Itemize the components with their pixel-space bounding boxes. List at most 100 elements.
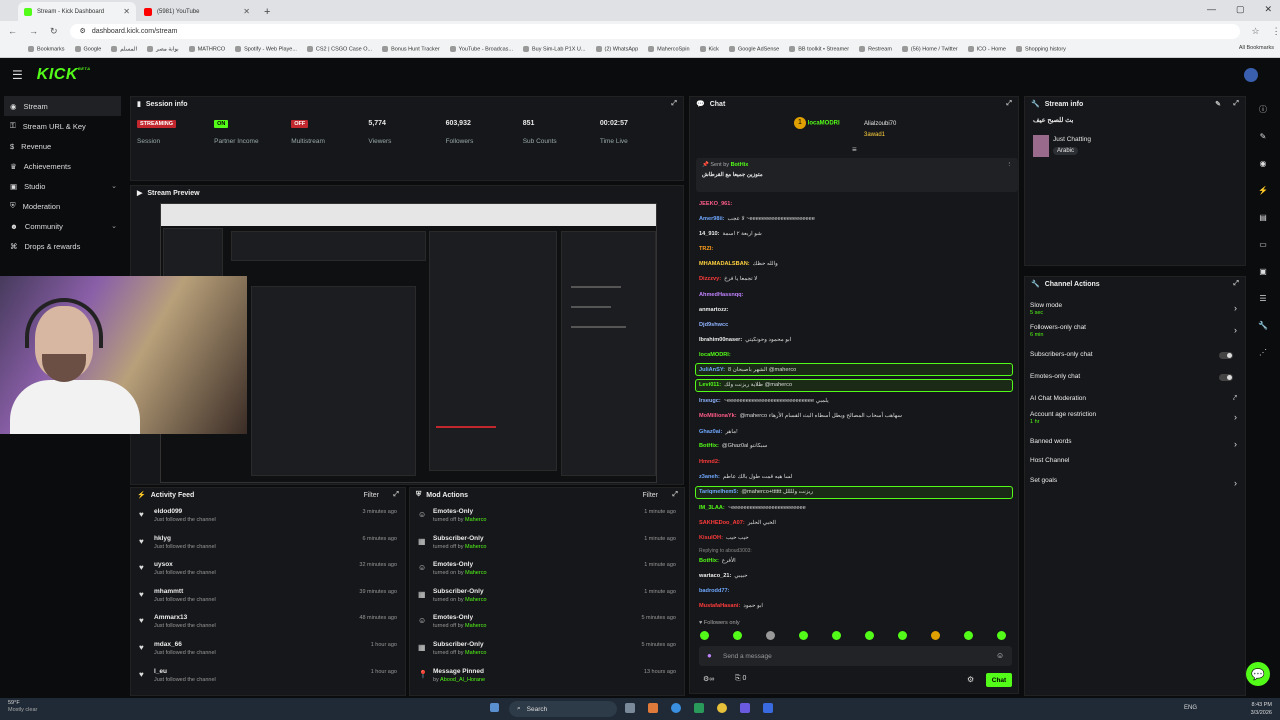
toggle-switch[interactable] [1219,374,1233,381]
info-icon[interactable]: ⓘ [1252,96,1274,123]
tab-youtube[interactable]: (5981) YouTube ✕ [138,2,256,21]
all-bookmarks[interactable]: All Bookmarks [1239,45,1274,51]
taskview-icon[interactable] [625,703,635,713]
emote-icon[interactable] [865,631,874,640]
clipboard-icon[interactable]: ▣ [1252,258,1274,285]
mod-action-item[interactable]: 📍 Message Pinned by Abood_Al_Horane 13 hour… [418,665,676,692]
kick-logo[interactable]: KICKBETA [37,66,91,84]
activity-user[interactable]: mhammtt [154,588,216,595]
activity-user[interactable]: Ammarx13 [154,614,216,621]
chat-username[interactable]: Hmnd2: [699,459,720,465]
bookmark-item[interactable]: ICO - Home [968,46,1006,52]
chat-username[interactable]: Irseugc: [699,398,721,404]
points-icon[interactable]: ⚙∞ [703,675,714,683]
bookmark-item[interactable]: Bonus Hunt Tracker [382,46,440,52]
chat-username[interactable]: 14_910: [699,231,720,237]
mod-action-by[interactable]: Abood_Al_Horane [440,677,485,683]
mod-action-by[interactable]: Maherco [465,570,486,576]
bookmark-item[interactable]: MATHRCO [189,46,225,52]
mod-action-by[interactable]: Maherco [465,623,486,629]
emoji-icon[interactable]: ☺ [996,651,1004,660]
sidebar-item-moderation[interactable]: ⛨ Moderation [0,196,125,216]
expand-icon[interactable]: ⤢ [1006,100,1012,108]
chat-username[interactable]: Amer98ii: [699,216,725,222]
channel-action-account-age-restriction[interactable]: Account age restriction 1 hr [1030,411,1096,425]
channel-action-host-channel[interactable]: Host Channel [1030,457,1069,464]
emote-icon[interactable] [931,631,940,640]
menu-icon[interactable]: ⋮ [1272,26,1280,37]
site-info-icon[interactable]: ⚙ [80,27,86,35]
maximize-icon[interactable]: ▢ [1236,4,1245,15]
sidebar-item-stream-url-key[interactable]: ⚿ Stream URL & Key [0,116,125,136]
pinned-user[interactable]: BotHix [731,162,749,168]
chat-send-button[interactable]: Chat [986,673,1012,687]
close-window-icon[interactable]: ✕ [1264,4,1272,15]
bookmark-item[interactable]: Bookmarks [28,46,65,52]
app-icon[interactable] [648,703,658,713]
emote-icon[interactable] [898,631,907,640]
language-indicator[interactable]: ENG [1184,705,1197,711]
activity-item[interactable]: ♥ mhammtt Just followed the channel 39 minu… [139,585,397,612]
bookmark-item[interactable]: Kick [700,46,719,52]
bookmark-item[interactable]: Spotify - Web Playe... [235,46,297,52]
bookmark-item[interactable]: MahercoSpin [648,46,689,52]
chat-username[interactable]: MHAMADALSBAN: [699,261,750,267]
sidebar-item-stream[interactable]: ◉ Stream [4,96,121,116]
mod-action-by[interactable]: Maherco [465,597,486,603]
sidebar-item-drops-rewards[interactable]: ⌘ Drops & rewards [0,236,125,256]
activity-item[interactable]: ♥ hklyg Just followed the channel 6 minutes… [139,532,397,559]
mod-action-item[interactable]: ☺ Emotes-Only turned off by Maherco 5 minut… [418,611,676,638]
sidebar-item-studio[interactable]: ▣ Studio ⌄ [0,176,125,196]
mod-action-item[interactable]: ▦ Subscriber-Only turned off by Maherco 5 m… [418,638,676,665]
taskbar-search[interactable]: ⌕ Search [509,701,617,717]
collapse-icon[interactable]: ≡ [852,145,857,154]
mod-action-item[interactable]: ▦ Subscriber-Only turned on by Maherco 1 mi… [418,585,676,612]
chat-username[interactable]: MoMillionaYk: [699,413,737,419]
weather-widget[interactable]: 59°F Mostly clear [8,700,37,714]
channel-action-subscribers-only-chat[interactable]: Subscribers-only chat [1030,351,1093,358]
emote-icon[interactable] [766,631,775,640]
channel-action-banned-words[interactable]: Banned words [1030,438,1072,445]
sidebar-item-community[interactable]: ☻ Community ⌄ [0,216,125,236]
bookmark-item[interactable]: (2) WhatsApp [596,46,639,52]
chat-username[interactable]: anmartozz: [699,307,729,313]
url-field[interactable]: ⚙ dashboard.kick.com/stream [69,23,1240,39]
pencil-icon[interactable]: ✎ [1252,123,1274,150]
chevron-right-icon[interactable]: › [1234,439,1237,449]
windows-start-icon[interactable] [490,703,499,712]
chat-username[interactable]: Tariqmelhem5: [699,489,738,495]
emote-icon[interactable] [964,631,973,640]
tool-icon[interactable]: 🔧 [1252,312,1274,339]
edge-icon[interactable] [671,703,681,713]
channel-action-ai-chat-moderation[interactable]: AI Chat Moderation [1030,395,1086,402]
chevron-right-icon[interactable]: › [1234,325,1237,335]
chat-username[interactable]: JuliAnSY: [699,367,725,373]
activity-item[interactable]: ♥ eldod099 Just followed the channel 3 minu… [139,505,397,532]
activity-user[interactable]: l_eu [154,668,216,675]
chat-username[interactable]: locaMODRI: [699,352,731,358]
chat-username[interactable]: BotHix: [699,558,719,564]
filter-button[interactable]: Filter [363,492,379,499]
chat-username[interactable]: BotHix: [699,443,719,449]
bolt-icon[interactable]: ⚡ [1252,177,1274,204]
gift-count[interactable]: ⎘ 0 [735,675,746,683]
chat-username[interactable]: Ghaz0ai: [699,429,722,435]
discord-icon[interactable] [740,703,750,713]
mod-action-item[interactable]: ▦ Subscriber-Only turned off by Maherco 1 m… [418,532,676,559]
channel-action-set-goals[interactable]: Set goals [1030,477,1057,484]
bookmark-item[interactable]: المسلم [111,46,137,52]
emote-icon[interactable] [700,631,709,640]
emote-icon[interactable] [799,631,808,640]
sidebar-item-revenue[interactable]: $ Revenue [0,136,125,156]
chevron-down-icon[interactable]: ⌄ [111,182,117,190]
list-icon[interactable]: ☰ [1252,285,1274,312]
emote-icon[interactable] [997,631,1006,640]
reload-icon[interactable]: ↻ [50,26,58,37]
expand-icon[interactable]: ⤢ [672,491,678,499]
bookmark-item[interactable]: Restream [859,46,892,52]
clock[interactable]: 8:43 PM 3/3/2026 [1251,701,1272,717]
expand-icon[interactable]: ⤢ [1233,100,1239,108]
app-icon[interactable] [694,703,704,713]
chat-input[interactable]: Send a message [699,646,1012,666]
chat-username[interactable]: Levi011: [699,382,721,388]
